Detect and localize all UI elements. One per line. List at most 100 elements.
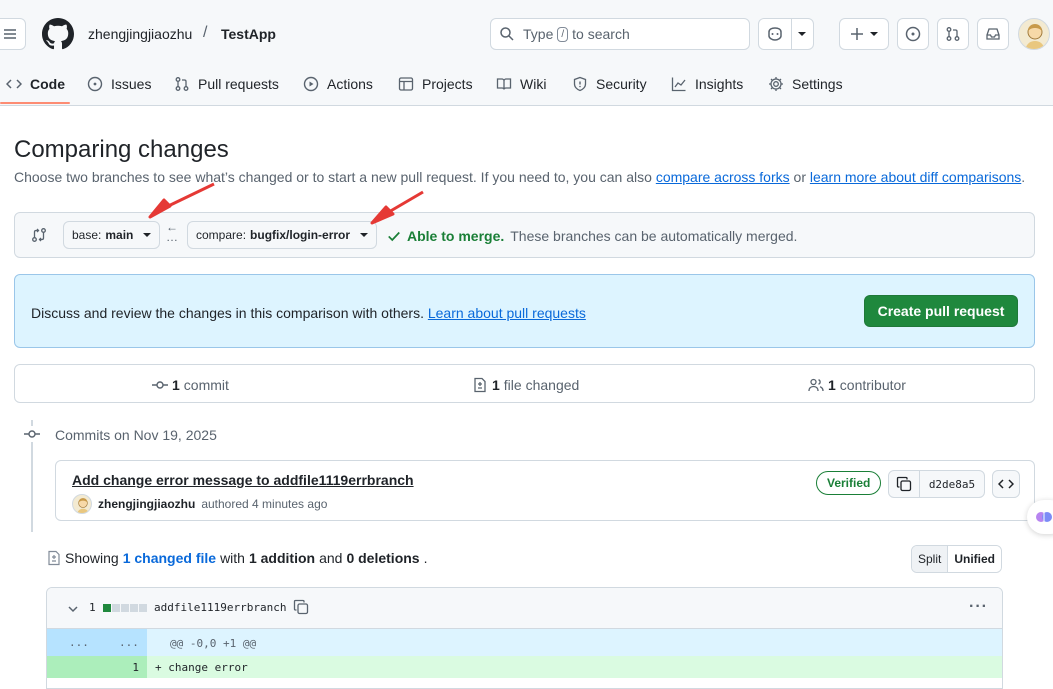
file-diff-icon	[474, 377, 486, 393]
tab-label: Actions	[327, 76, 373, 92]
tab-security[interactable]: Security	[572, 64, 647, 104]
diffstat-neutral-block	[121, 604, 129, 612]
diff-filename[interactable]: addfile1119errbranch	[154, 601, 286, 614]
hamburger-icon	[4, 29, 16, 39]
page-title: Comparing changes	[14, 136, 229, 163]
chevron-down-icon[interactable]	[67, 603, 79, 615]
breadcrumb-repo[interactable]: TestApp	[221, 26, 276, 42]
github-logo-icon[interactable]	[42, 18, 74, 50]
and-label: and	[319, 550, 343, 566]
commits-count: 1	[172, 377, 180, 393]
contributors-stat[interactable]: 1 contributor	[808, 377, 906, 393]
play-icon	[303, 76, 319, 92]
create-new-button[interactable]	[839, 18, 889, 50]
copilot-icon	[768, 27, 782, 41]
compare-forks-link[interactable]: compare across forks	[656, 169, 790, 185]
tab-insights[interactable]: Insights	[671, 64, 743, 104]
learn-pull-requests-link[interactable]: Learn about pull requests	[428, 305, 586, 321]
shield-icon	[573, 76, 587, 92]
line-number[interactable]: 1	[47, 661, 139, 674]
tab-issues[interactable]: Issues	[87, 64, 151, 104]
tab-label: Pull requests	[198, 76, 279, 92]
commit-sha-link[interactable]: d2de8a5	[919, 470, 985, 498]
user-avatar-icon	[1025, 24, 1045, 49]
tab-projects[interactable]: Projects	[398, 64, 473, 104]
contributors-count: 1	[828, 377, 836, 393]
git-commit-icon	[22, 426, 42, 442]
line-code: + change error	[155, 661, 248, 674]
hunk-right-dots: ...	[119, 636, 139, 649]
subtitle-text: Choose two branches to see what’s change…	[14, 169, 652, 185]
browse-repo-button[interactable]	[992, 470, 1020, 498]
tab-settings[interactable]: Settings	[768, 64, 843, 104]
files-count: 1	[492, 377, 500, 393]
issue-icon	[87, 76, 103, 92]
code-icon	[6, 79, 22, 89]
changed-files-toggle[interactable]: 1 changed file	[123, 550, 216, 566]
files-label: file changed	[503, 377, 580, 393]
avatar[interactable]	[1018, 18, 1050, 50]
verified-badge[interactable]: Verified	[816, 471, 882, 495]
search-prefix: Type	[523, 26, 554, 42]
commits-stat[interactable]: 1 commit	[152, 377, 229, 393]
graph-icon	[671, 77, 686, 92]
diff-file: 1 addfile1119errbranch ··· ... ... @@ -0…	[46, 587, 1003, 689]
commit-title-link[interactable]: Add change error message to addfile1119e…	[72, 472, 414, 488]
compare-branch-select[interactable]: compare: bugfix/login-error	[187, 221, 378, 249]
tab-label: Insights	[695, 76, 744, 92]
hunk-header: @@ -0,0 +1 @@	[170, 637, 257, 650]
breadcrumb-separator: /	[203, 24, 208, 41]
base-branch-select[interactable]: base: main	[63, 221, 161, 249]
hunk-left-dots: ...	[69, 636, 89, 649]
subtitle-period: .	[1021, 169, 1026, 185]
tab-pull-requests[interactable]: Pull requests	[174, 64, 279, 104]
copy-sha-button[interactable]	[888, 470, 920, 498]
gear-icon	[769, 77, 783, 91]
pull-requests-button[interactable]	[937, 18, 969, 50]
search-input[interactable]: Type / to search	[490, 18, 750, 50]
additions-count: 1 addition	[248, 550, 316, 566]
tab-code[interactable]: Code	[6, 64, 65, 104]
deletions-count: 0 deletions	[346, 550, 420, 566]
diffstat-neutral-block	[130, 604, 138, 612]
author-avatar[interactable]	[72, 494, 92, 514]
commit-author[interactable]: zhengjingjiaozhu	[98, 497, 195, 511]
compare-prefix: compare:	[196, 228, 247, 242]
check-icon	[388, 231, 400, 242]
kebab-menu-icon[interactable]: ···	[969, 598, 988, 616]
tab-label: Issues	[111, 76, 152, 92]
chevron-down-icon[interactable]	[798, 32, 806, 36]
tab-actions[interactable]: Actions	[303, 64, 373, 104]
commits-label: commit	[183, 377, 229, 393]
search-icon	[500, 27, 514, 41]
split-view-button[interactable]: Split	[912, 546, 949, 572]
diff-addition-line: 1 + change error	[47, 656, 1002, 678]
left-arrow-icon: ←…	[166, 220, 178, 244]
inbox-button[interactable]	[977, 18, 1009, 50]
copilot-button[interactable]	[758, 18, 814, 50]
range-editor: base: main ←… compare: bugfix/login-erro…	[14, 212, 1035, 258]
learn-diff-link[interactable]: learn more about diff comparisons	[810, 169, 1021, 185]
diff-summary: Showing 1 changed file with 1 addition a…	[47, 550, 427, 566]
files-stat[interactable]: 1 file changed	[472, 377, 579, 393]
diff-file-header: 1 addfile1119errbranch ···	[47, 588, 1002, 629]
hunk-expander[interactable]: ... ...	[47, 629, 147, 656]
active-tab-indicator	[0, 102, 70, 104]
people-icon	[808, 378, 824, 392]
issues-button[interactable]	[897, 18, 929, 50]
breadcrumb-owner[interactable]: zhengjingjiaozhu	[88, 26, 192, 42]
menu-button[interactable]	[0, 18, 26, 50]
compare-branch-name: bugfix/login-error	[250, 228, 351, 242]
plus-icon	[851, 28, 863, 40]
commit-time: authored 4 minutes ago	[201, 497, 328, 511]
tab-wiki[interactable]: Wiki	[496, 64, 546, 104]
diffstat-bar	[103, 604, 147, 612]
create-pull-request-button[interactable]: Create pull request	[864, 295, 1018, 327]
unified-view-button[interactable]: Unified	[948, 546, 1002, 572]
git-compare-icon	[32, 228, 46, 242]
code-icon	[998, 479, 1014, 489]
with-label: with	[220, 550, 245, 566]
copy-icon[interactable]	[293, 599, 309, 615]
tab-label: Security	[596, 76, 647, 92]
floating-assistant-button[interactable]	[1027, 500, 1053, 534]
